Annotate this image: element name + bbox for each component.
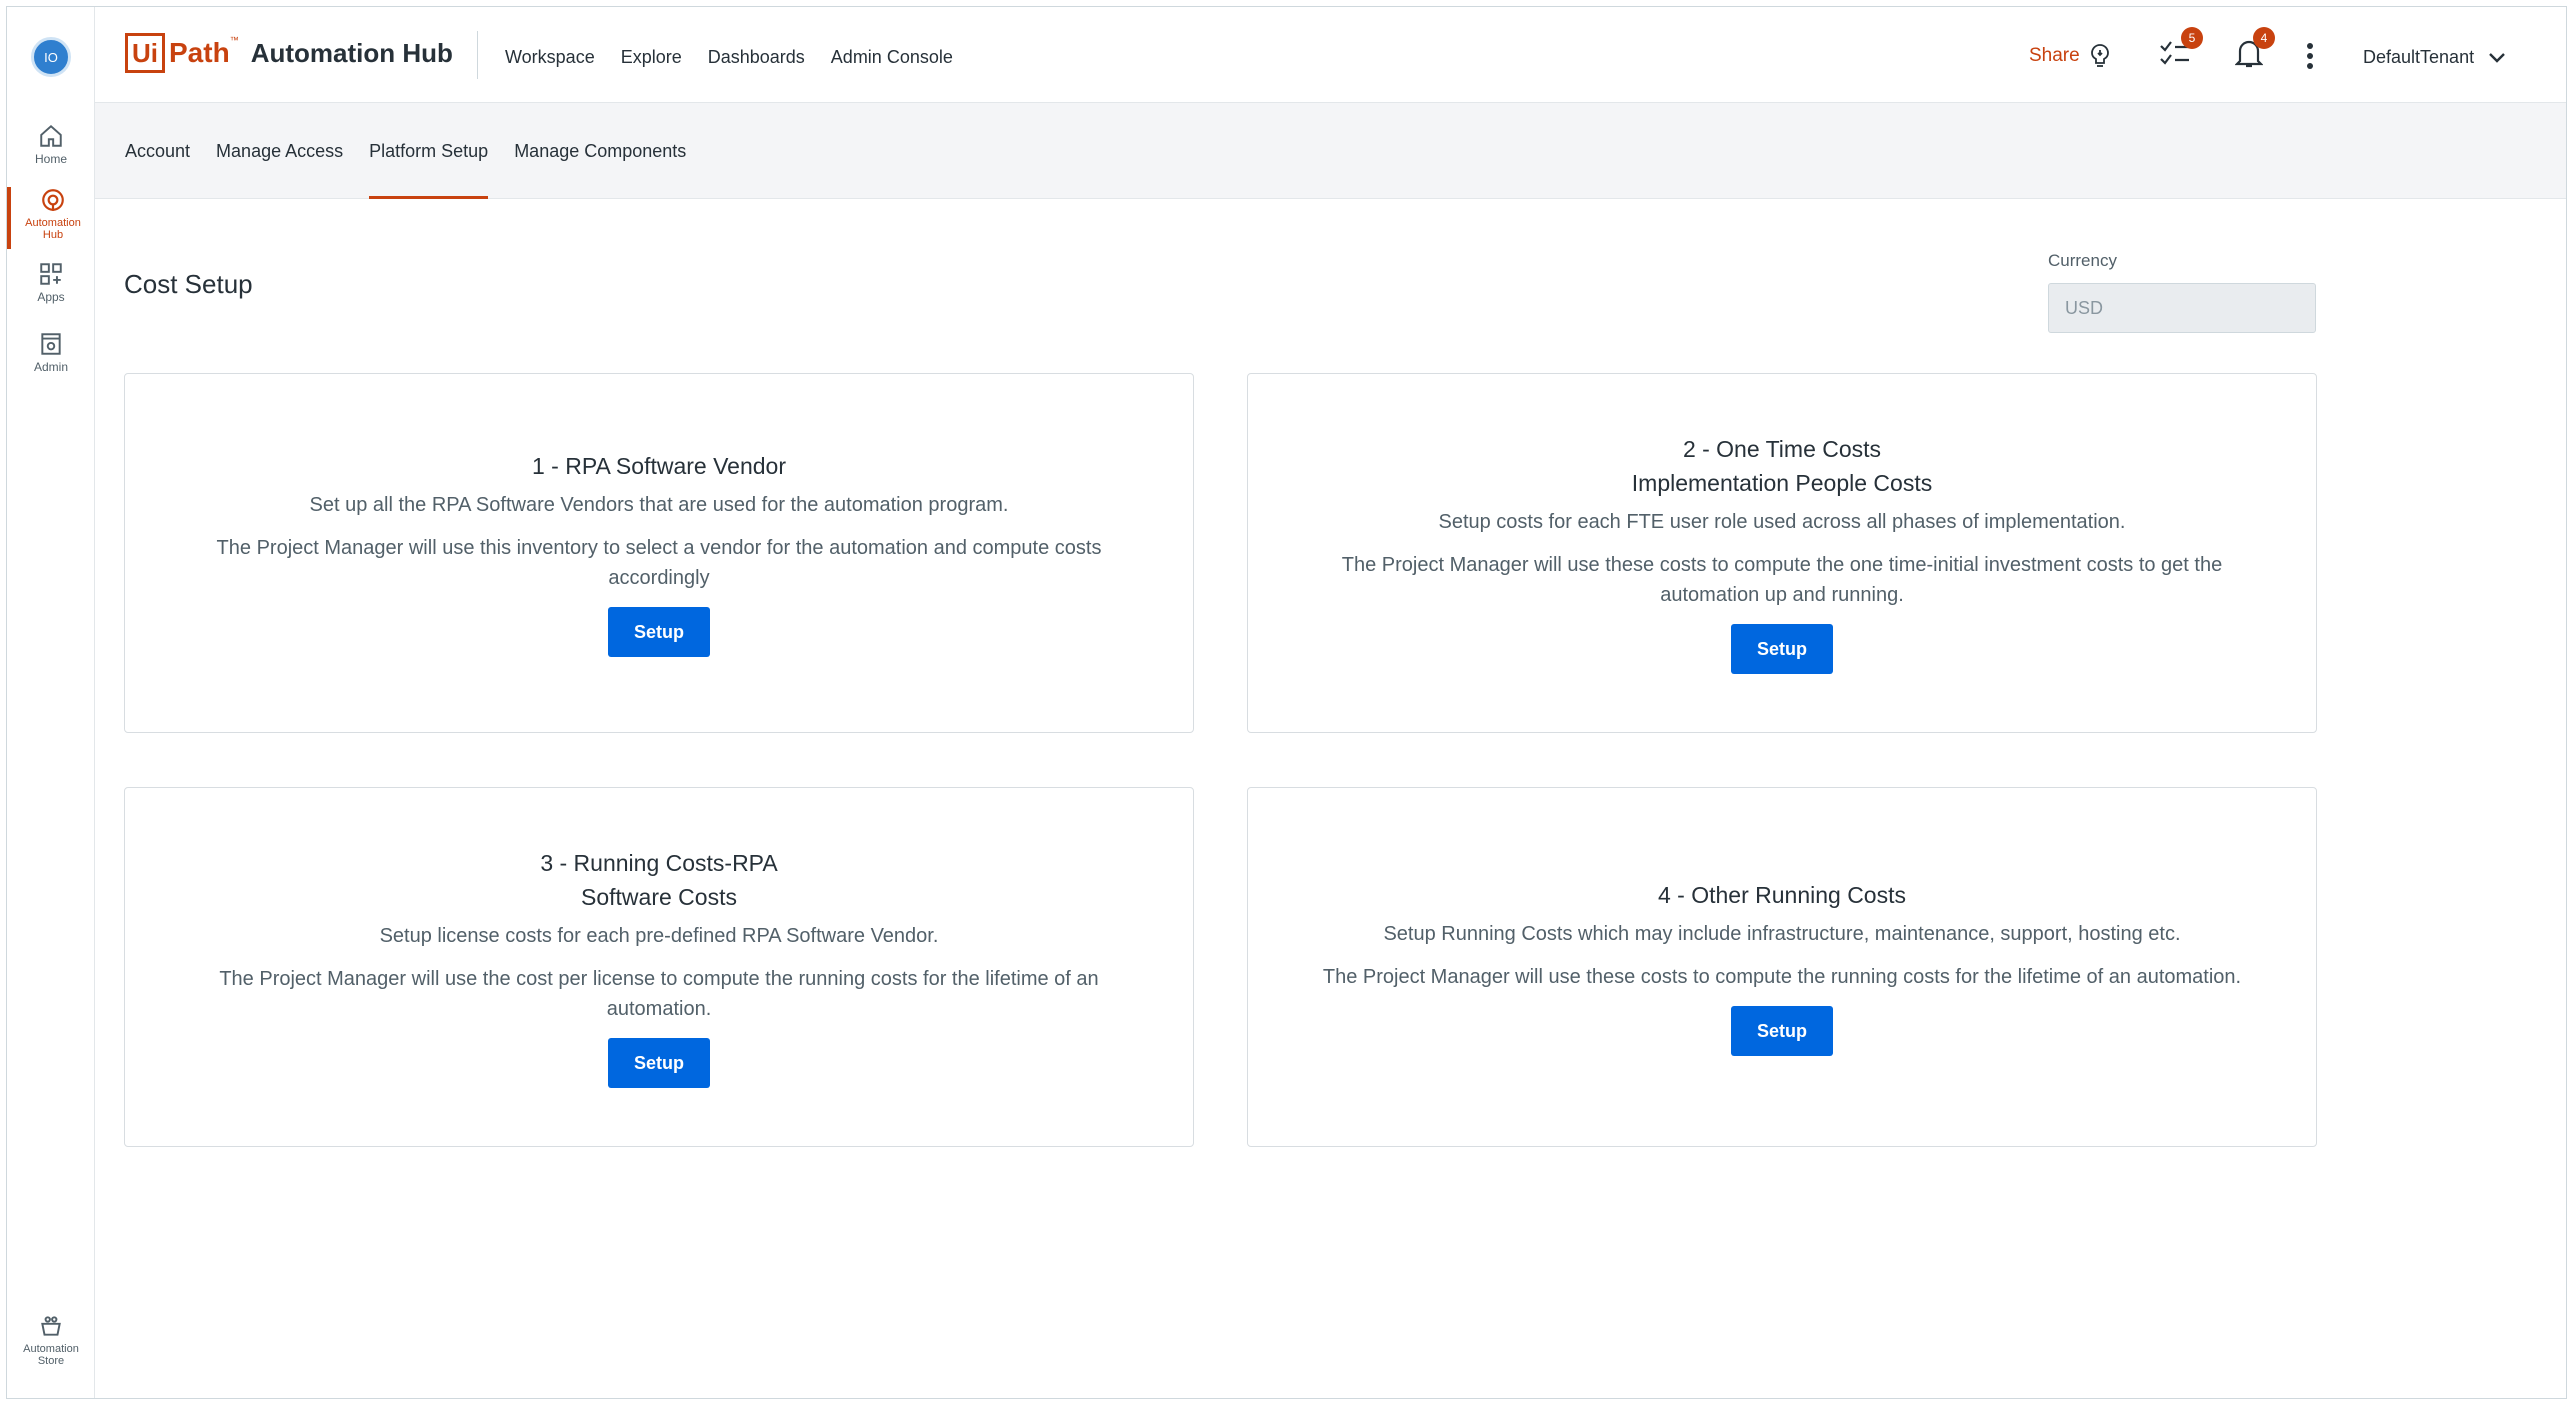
lightbulb-icon <box>2090 44 2109 67</box>
notifications-button[interactable]: 4 <box>2234 27 2275 74</box>
app-window: IO Home Automation Hub Apps Admin Automa… <box>6 6 2567 1399</box>
setup-button[interactable]: Setup <box>608 1038 710 1088</box>
user-avatar[interactable]: IO <box>31 37 71 77</box>
nav-workspace[interactable]: Workspace <box>505 47 595 68</box>
currency-field[interactable]: USD <box>2048 283 2316 333</box>
automation-hub-icon <box>42 189 64 211</box>
rail-label-automation-hub: Automation Hub <box>25 217 81 241</box>
card-note: The Project Manager will use this invent… <box>216 537 1102 589</box>
card-note: The Project Manager will use the cost pe… <box>219 968 1099 1020</box>
card-note: The Project Manager will use these costs… <box>1322 966 2242 988</box>
product-name: Automation Hub <box>250 37 453 68</box>
card-description: Setup license costs for each pre-defined… <box>379 925 939 947</box>
card-note: The Project Manager will use these costs… <box>1341 554 2223 606</box>
page-title: Cost Setup <box>124 269 253 299</box>
tab-manage-components[interactable]: Manage Components <box>514 103 686 199</box>
nav-admin-console[interactable]: Admin Console <box>831 47 953 68</box>
admin-icon <box>41 333 61 355</box>
share-label: Share <box>2029 45 2080 66</box>
rail-item-automation-store[interactable]: Automation Store <box>7 1313 95 1367</box>
home-icon <box>40 124 62 147</box>
automation-store-icon <box>41 1316 61 1336</box>
nav-dashboards[interactable]: Dashboards <box>708 47 805 68</box>
card-description: Set up all the RPA Software Vendors that… <box>309 494 1009 516</box>
cost-card-running-rpa: 3 - Running Costs-RPA Software Costs Set… <box>124 787 1194 1147</box>
chevron-down-icon <box>2489 52 2505 63</box>
top-nav: Workspace Explore Dashboards Admin Conso… <box>505 47 953 68</box>
header-divider <box>477 31 478 79</box>
tab-platform-setup[interactable]: Platform Setup <box>369 103 489 199</box>
left-rail: IO Home Automation Hub Apps Admin Automa… <box>7 7 95 1398</box>
logo-ui: Ui <box>125 33 165 73</box>
tenant-name: DefaultTenant <box>2363 47 2475 67</box>
card-title: 2 - One Time Costs <box>1682 436 1882 462</box>
card-title: 1 - RPA Software Vendor <box>532 453 786 479</box>
card-subtitle: Software Costs <box>581 884 737 910</box>
apps-icon <box>40 263 62 285</box>
cost-card-rpa-vendor: 1 - RPA Software Vendor Set up all the R… <box>124 373 1194 733</box>
rail-label-automation-store: Automation Store <box>23 1343 79 1367</box>
currency-label: Currency <box>2048 251 2117 270</box>
uipath-logo[interactable]: Ui Path ™ Automation Hub <box>125 33 453 73</box>
nav-explore[interactable]: Explore <box>621 47 682 68</box>
share-button[interactable]: Share <box>2029 43 2112 69</box>
rail-item-home[interactable]: Home <box>7 123 95 165</box>
rail-item-automation-hub[interactable]: Automation Hub <box>7 187 95 249</box>
more-options-button[interactable] <box>2305 43 2315 74</box>
tab-account[interactable]: Account <box>125 103 190 199</box>
setup-button[interactable]: Setup <box>1731 624 1833 674</box>
card-title: 4 - Other Running Costs <box>1657 882 1906 908</box>
card-subtitle: Implementation People Costs <box>1631 470 1933 496</box>
logo-path: Path <box>169 37 230 68</box>
rail-label-apps: Apps <box>37 290 65 304</box>
cost-card-one-time: 2 - One Time Costs Implementation People… <box>1247 373 2317 733</box>
card-description: Setup costs for each FTE user role used … <box>1438 511 2126 533</box>
tenant-selector[interactable]: DefaultTenant <box>2363 47 2506 68</box>
tab-manage-access[interactable]: Manage Access <box>216 103 343 199</box>
tasks-button[interactable]: 5 <box>2159 27 2203 72</box>
tasks-badge: 5 <box>2181 27 2203 49</box>
top-header: Ui Path ™ Automation Hub Workspace Explo… <box>95 7 2566 103</box>
more-vertical-icon <box>2307 43 2313 69</box>
rail-item-admin[interactable]: Admin <box>7 331 95 373</box>
card-title: 3 - Running Costs-RPA <box>540 850 778 876</box>
rail-item-apps[interactable]: Apps <box>7 261 95 303</box>
rail-label-admin: Admin <box>33 360 68 374</box>
rail-label-home: Home <box>34 152 67 166</box>
cost-card-other-running: 4 - Other Running Costs Setup Running Co… <box>1247 787 2317 1147</box>
setup-button[interactable]: Setup <box>608 607 710 657</box>
notifications-badge: 4 <box>2253 27 2275 49</box>
card-description: Setup Running Costs which may include in… <box>1383 923 2181 945</box>
sub-nav: Account Manage Access Platform Setup Man… <box>95 103 2566 199</box>
setup-button[interactable]: Setup <box>1731 1006 1833 1056</box>
logo-trademark: ™ <box>229 35 239 45</box>
